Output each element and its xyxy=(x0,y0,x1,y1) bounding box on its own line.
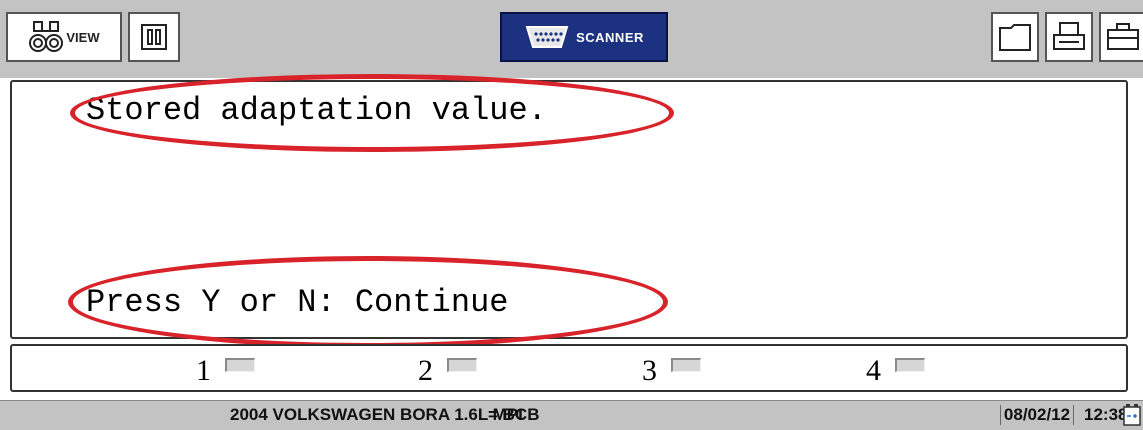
function-key-indicator xyxy=(895,358,925,372)
view-label: VIEW xyxy=(66,29,100,45)
function-key-4[interactable]: 4 xyxy=(866,356,925,386)
obd-connector-icon xyxy=(525,26,569,48)
scanner-button[interactable]: SCANNER xyxy=(500,12,668,62)
function-key-2[interactable]: 2 xyxy=(418,356,477,386)
folder-icon xyxy=(999,24,1031,51)
function-key-indicator xyxy=(671,358,701,372)
function-key-label: 1 xyxy=(196,354,211,387)
status-bar xyxy=(0,400,1143,430)
function-key-1[interactable]: 1 xyxy=(196,356,255,386)
function-key-label: 4 xyxy=(866,354,881,387)
toolbox-icon xyxy=(1107,23,1139,50)
annotation-ellipse-1 xyxy=(70,74,674,152)
view-button[interactable]: VIEW xyxy=(6,12,122,62)
print-button[interactable] xyxy=(1045,12,1093,62)
vehicle-info: 2004 VOLKSWAGEN BORA 1.6L MPI xyxy=(230,405,523,424)
function-key-label: 2 xyxy=(418,354,433,387)
pause-button[interactable] xyxy=(128,12,180,62)
printer-icon xyxy=(1053,22,1085,50)
toolbar: VIEW SCANNER xyxy=(0,0,1143,78)
function-key-indicator xyxy=(225,358,255,372)
annotation-ellipse-2 xyxy=(68,256,668,348)
time-display: 12:38 xyxy=(1084,405,1128,424)
binoculars-icon xyxy=(29,21,64,52)
date-display: 08/02/12 xyxy=(1000,405,1074,425)
function-key-panel xyxy=(10,344,1128,392)
scanner-label: SCANNER xyxy=(576,29,644,45)
function-key-indicator xyxy=(447,358,477,372)
battery-icon xyxy=(1123,404,1141,426)
toolbox-button[interactable] xyxy=(1099,12,1143,62)
function-key-label: 3 xyxy=(642,354,657,387)
function-key-3[interactable]: 3 xyxy=(642,356,701,386)
pause-icon xyxy=(141,24,167,50)
engine-code: = BCB xyxy=(488,405,540,424)
folder-button[interactable] xyxy=(991,12,1039,62)
